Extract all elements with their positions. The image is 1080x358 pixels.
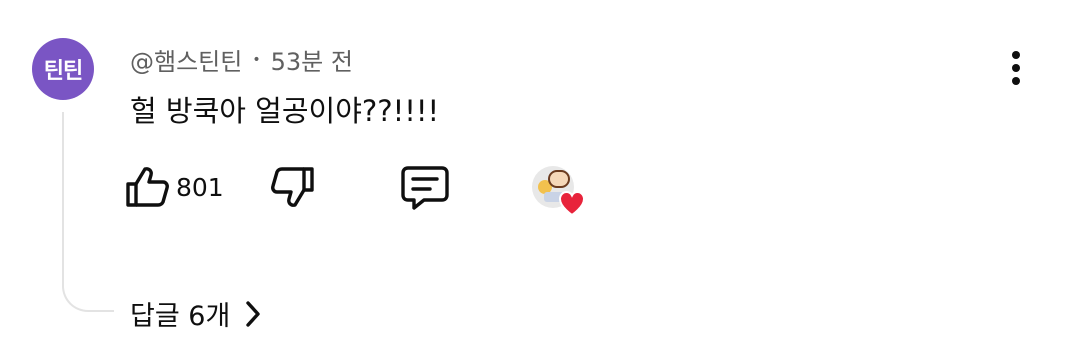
avatar-initials: 틴틴 xyxy=(43,59,83,84)
like-count: 801 xyxy=(176,172,224,202)
thumbs-down-icon xyxy=(271,167,314,207)
replies-label: 답글 6개 xyxy=(130,301,231,332)
kebab-menu-icon xyxy=(1012,51,1020,85)
more-options-button[interactable] xyxy=(1004,50,1028,86)
meta-separator: • xyxy=(252,51,261,68)
thumbs-up-icon xyxy=(126,167,169,207)
like-button[interactable]: 801 xyxy=(124,165,224,209)
comment-icon xyxy=(401,166,449,210)
reply-button[interactable] xyxy=(400,165,450,210)
avatar[interactable]: 틴틴 xyxy=(32,38,94,100)
creator-heart-badge xyxy=(532,166,586,216)
timestamp[interactable]: 53분 전 xyxy=(271,42,353,77)
dislike-button[interactable] xyxy=(270,165,316,209)
thread-line xyxy=(62,112,114,312)
comment-meta: @햄스틴틴 • 53분 전 xyxy=(130,42,353,77)
author-name[interactable]: @햄스틴틴 xyxy=(130,42,242,77)
heart-icon xyxy=(558,190,586,216)
comment-text: 헐 방쿡아 얼공이야??!!!! xyxy=(130,94,440,128)
chevron-right-icon xyxy=(246,300,260,327)
view-replies-button[interactable]: 답글 6개 xyxy=(130,294,262,333)
